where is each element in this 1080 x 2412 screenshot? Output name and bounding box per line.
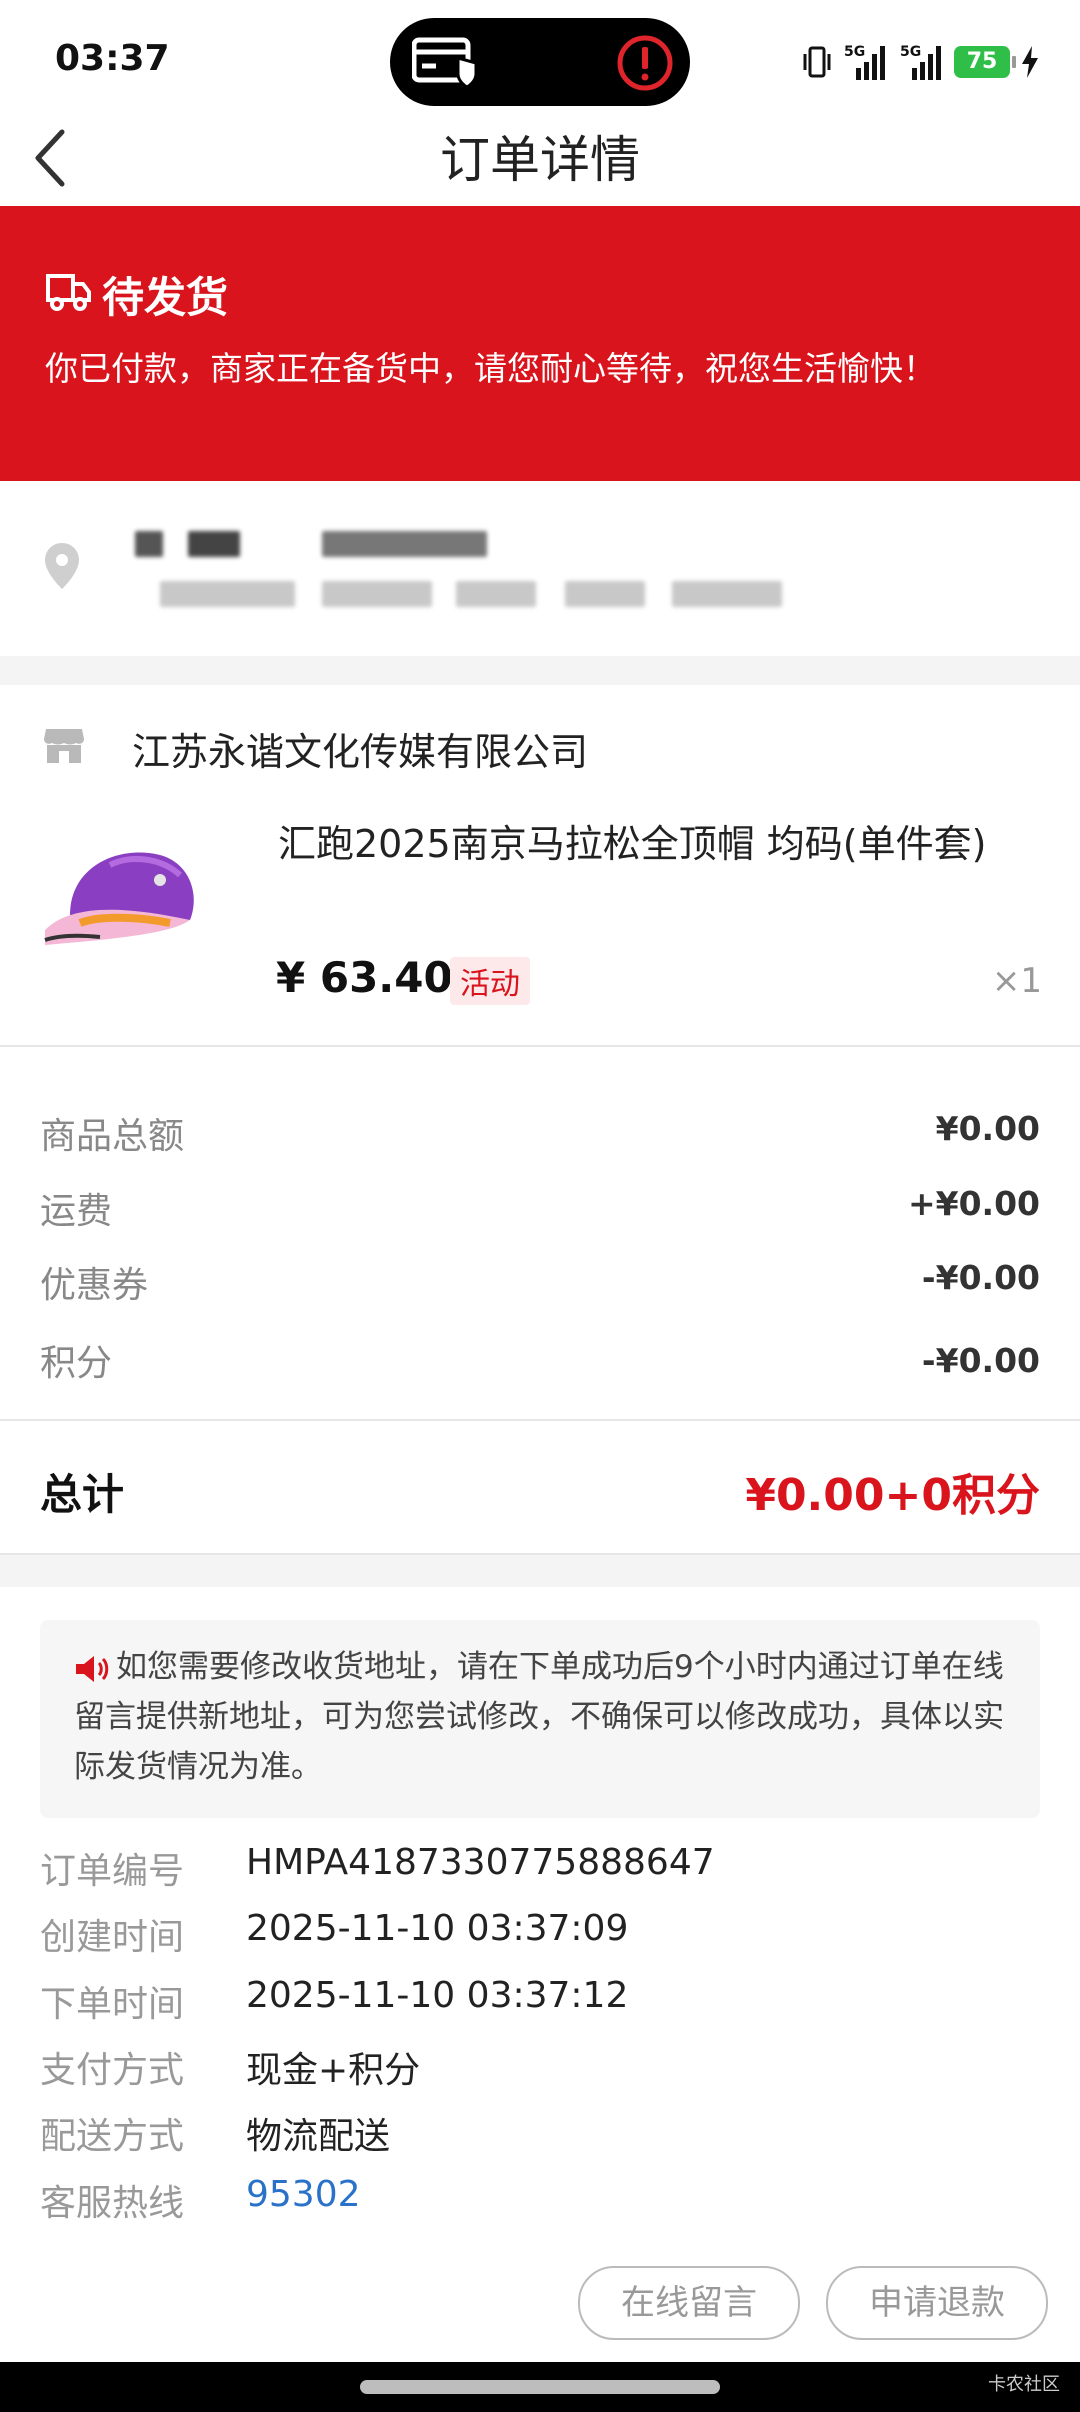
address-line-redacted: [160, 581, 295, 607]
section-divider: [0, 1553, 1080, 1587]
fee-label-points: 积分: [40, 1343, 113, 1384]
truck-icon: [46, 274, 91, 311]
location-pin-icon: [45, 543, 79, 589]
signal-5g-icon: 5G: [844, 44, 885, 80]
product-image[interactable]: [40, 835, 210, 965]
address-line-redacted: [456, 581, 536, 607]
address-line-redacted: [322, 581, 432, 607]
request-refund-button[interactable]: 申请退款: [826, 2266, 1048, 2340]
info-value-ordered: 2025-11-10 03:37:12: [246, 1975, 629, 2016]
promo-tag: 活动: [450, 957, 530, 1005]
store-section: 江苏永谐文化传媒有限公司 汇跑2025南京马拉松全顶帽 均码(单件套) ¥ 63…: [0, 685, 1080, 1047]
total-label: 总计: [40, 1470, 125, 1519]
address-phone-redacted: [322, 531, 487, 557]
product-name[interactable]: 汇跑2025南京马拉松全顶帽 均码(单件套): [278, 813, 986, 868]
product-price: ¥ 63.40: [276, 953, 453, 1002]
charging-icon: [1022, 46, 1038, 78]
info-label-delivery: 配送方式: [40, 2116, 185, 2157]
section-divider: [0, 656, 1080, 685]
status-time: 03:37: [55, 38, 170, 79]
page-header: 订单详情: [0, 110, 1080, 206]
alert-icon: [617, 35, 673, 91]
status-bar: 03:37 5G 5G 75: [0, 0, 1080, 120]
svg-text:5G: 5G: [844, 44, 865, 60]
address-line-redacted: [672, 581, 782, 607]
fee-value-shipping: +¥0.00: [907, 1184, 1040, 1223]
info-label-ordered: 下单时间: [40, 1984, 185, 2025]
dynamic-island[interactable]: [390, 18, 690, 106]
shipping-address[interactable]: [0, 481, 1080, 656]
svg-text:5G: 5G: [900, 44, 921, 60]
order-status-desc: 你已付款，商家正在备货中，请您耐心等待，祝您生活愉快！: [45, 349, 936, 388]
watermark: 卡农社区: [988, 2374, 1060, 2395]
info-value-order-no: HMPA4187330775888647: [246, 1842, 715, 1883]
hotline-link[interactable]: 95302: [246, 2174, 361, 2215]
address-change-notice: 如您需要修改收货地址，请在下单成功后9个小时内通过订单在线留言提供新地址，可为您…: [40, 1620, 1040, 1818]
signal-5g-icon-2: 5G: [900, 44, 941, 80]
order-status-banner: 待发货 你已付款，商家正在备货中，请您耐心等待，祝您生活愉快！: [0, 206, 1080, 481]
info-label-order-no: 订单编号: [40, 1851, 185, 1892]
fee-breakdown: 商品总额 ¥0.00 运费 +¥0.00 优惠券 -¥0.00 积分 -¥0.0…: [0, 1047, 1080, 1421]
info-label-created: 创建时间: [40, 1917, 185, 1958]
store-icon[interactable]: [42, 725, 86, 765]
order-status-title: 待发货: [102, 273, 229, 322]
order-total: 总计 ¥0.00+0积分: [0, 1421, 1080, 1551]
total-value: ¥0.00+0积分: [745, 1470, 1040, 1521]
vibrate-icon: [803, 46, 831, 78]
online-message-button[interactable]: 在线留言: [578, 2266, 800, 2340]
battery-indicator: 75: [954, 46, 1016, 78]
info-label-payment: 支付方式: [40, 2050, 185, 2091]
product-quantity: ×1: [991, 961, 1042, 1001]
fee-value-coupon: -¥0.00: [921, 1258, 1040, 1297]
info-value-payment: 现金+积分: [246, 2050, 421, 2091]
status-icons: 5G 5G 75: [802, 40, 1040, 84]
fee-label-coupon: 优惠券: [40, 1265, 149, 1306]
system-nav-bar: 卡农社区: [0, 2362, 1080, 2412]
info-value-created: 2025-11-10 03:37:09: [246, 1908, 629, 1949]
info-label-hotline: 客服热线: [40, 2183, 185, 2224]
home-indicator[interactable]: [360, 2380, 720, 2394]
store-name[interactable]: 江苏永谐文化传媒有限公司: [132, 721, 588, 776]
card-shield-icon: [412, 37, 478, 89]
address-name-redacted: [135, 531, 163, 557]
notice-text: 如您需要修改收货地址，请在下单成功后9个小时内通过订单在线留言提供新地址，可为您…: [74, 1649, 1004, 1785]
fee-label-subtotal: 商品总额: [40, 1116, 185, 1157]
fee-value-subtotal: ¥0.00: [935, 1109, 1040, 1148]
page-title: 订单详情: [440, 131, 640, 189]
fee-label-shipping: 运费: [40, 1191, 113, 1232]
info-value-delivery: 物流配送: [246, 2116, 391, 2157]
fee-value-points: -¥0.00: [921, 1341, 1040, 1380]
address-line-redacted: [565, 581, 645, 607]
address-name-redacted: [188, 531, 240, 557]
